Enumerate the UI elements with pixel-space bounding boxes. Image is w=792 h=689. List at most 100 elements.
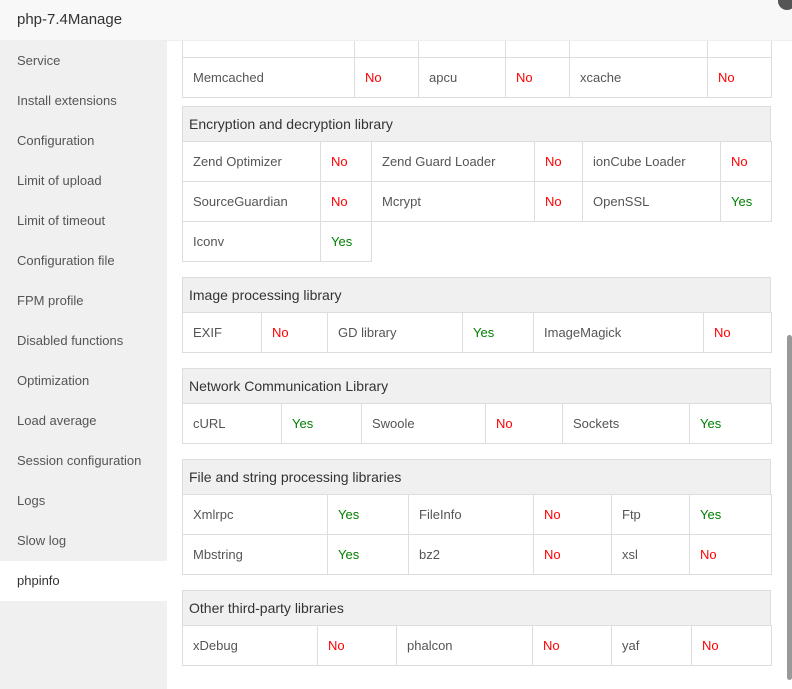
table-row: xDebug No phalcon No yaf No — [182, 625, 772, 666]
library-section: File and string processing libraries Xmlr… — [182, 459, 772, 575]
table-row: Xmlrpc Yes FileInfo No Ftp Yes — [182, 494, 772, 535]
table-row: Mbstring Yes bz2 No xsl No — [182, 534, 772, 575]
section-title: Network Communication Library — [182, 368, 771, 403]
library-status: No — [261, 312, 328, 353]
library-table: EXIF No GD library Yes ImageMagick No — [182, 312, 772, 353]
library-name: FileInfo — [408, 494, 534, 535]
sidebar-item-session-configuration[interactable]: Session configuration — [0, 441, 167, 481]
sidebar-item-slow-log[interactable]: Slow log — [0, 521, 167, 561]
library-name: cURL — [182, 403, 282, 444]
sidebar-item-limit-of-timeout[interactable]: Limit of timeout — [0, 201, 167, 241]
library-status: Yes — [320, 221, 372, 262]
library-name: Mcrypt — [371, 181, 535, 222]
library-name: ionCube Loader — [582, 141, 721, 182]
library-table: xDebug No phalcon No yaf No — [182, 625, 772, 666]
library-name: Memcached — [182, 57, 355, 98]
library-table: Xmlrpc Yes FileInfo No Ftp Yes Mbstring Yes bz2 N… — [182, 494, 772, 575]
library-status: Yes — [462, 312, 534, 353]
sidebar-item-fpm-profile[interactable]: FPM profile — [0, 281, 167, 321]
table-row: cURL Yes Swoole No Sockets Yes — [182, 403, 772, 444]
library-name: Iconv — [182, 221, 321, 262]
library-status: Yes — [720, 181, 772, 222]
sidebar-item-configuration[interactable]: Configuration — [0, 121, 167, 161]
library-table: Memcached No apcu No xcache No — [182, 41, 772, 98]
library-status: No — [317, 625, 397, 666]
library-name: phalcon — [396, 625, 533, 666]
library-name: apcu — [418, 57, 506, 98]
section-title: Other third-party libraries — [182, 590, 771, 625]
library-status: No — [354, 57, 419, 98]
library-name: SourceGuardian — [182, 181, 321, 222]
library-status: No — [689, 534, 772, 575]
library-name: xDebug — [182, 625, 318, 666]
sidebar-item-logs[interactable]: Logs — [0, 481, 167, 521]
sidebar-item-install-extensions[interactable]: Install extensions — [0, 81, 167, 121]
sidebar: Service Install extensions Configuration Li… — [0, 41, 167, 689]
table-cell — [505, 41, 570, 58]
scrollbar[interactable] — [787, 335, 792, 680]
library-section: Encryption and decryption library Zend Op… — [182, 106, 772, 262]
library-status: No — [533, 494, 612, 535]
table-cell — [418, 41, 506, 58]
library-section: Other third-party libraries xDebug No phalc… — [182, 590, 772, 666]
library-name: EXIF — [182, 312, 262, 353]
library-status: No — [320, 181, 372, 222]
library-name: OpenSSL — [582, 181, 721, 222]
library-status: No — [485, 403, 563, 444]
library-name: GD library — [327, 312, 463, 353]
sidebar-item-disabled-functions[interactable]: Disabled functions — [0, 321, 167, 361]
section-title: Encryption and decryption library — [182, 106, 771, 141]
window-title: php-7.4Manage — [17, 11, 123, 28]
library-status: No — [534, 141, 583, 182]
library-status: No — [534, 181, 583, 222]
library-name: Zend Guard Loader — [371, 141, 535, 182]
library-status: Yes — [689, 494, 772, 535]
library-section: Network Communication Library cURL Yes Swoo… — [182, 368, 772, 444]
library-name: ImageMagick — [533, 312, 704, 353]
library-status: Yes — [327, 494, 409, 535]
library-section: Image processing library EXIF No GD library… — [182, 277, 772, 353]
library-status: Yes — [689, 403, 772, 444]
library-section: Memcached No apcu No xcache No — [182, 41, 772, 98]
main-content: Memcached No apcu No xcache No Encryption and … — [167, 41, 787, 689]
library-status: Yes — [281, 403, 362, 444]
table-cell — [569, 41, 708, 58]
library-name: Xmlrpc — [182, 494, 328, 535]
library-name: xcache — [569, 57, 708, 98]
table-cell — [182, 41, 355, 58]
library-name: Swoole — [361, 403, 486, 444]
library-status: No — [533, 534, 612, 575]
sidebar-item-optimization[interactable]: Optimization — [0, 361, 167, 401]
library-status: No — [707, 57, 772, 98]
sidebar-item-load-average[interactable]: Load average — [0, 401, 167, 441]
sidebar-item-configuration-file[interactable]: Configuration file — [0, 241, 167, 281]
library-name: yaf — [611, 625, 692, 666]
library-name: Mbstring — [182, 534, 328, 575]
table-row: Memcached No apcu No xcache No — [182, 57, 772, 98]
table-row: Iconv Yes — [182, 221, 772, 262]
table-row: Zend Optimizer No Zend Guard Loader No ionCu… — [182, 141, 772, 182]
table-row: EXIF No GD library Yes ImageMagick No — [182, 312, 772, 353]
sidebar-item-phpinfo[interactable]: phpinfo — [0, 561, 167, 601]
library-status: No — [532, 625, 612, 666]
sidebar-item-service[interactable]: Service — [0, 41, 167, 81]
library-status: No — [691, 625, 772, 666]
table-row: SourceGuardian No Mcrypt No OpenSSL Yes — [182, 181, 772, 222]
window-header: php-7.4Manage — [0, 0, 792, 41]
close-icon[interactable] — [778, 0, 792, 10]
library-name: Zend Optimizer — [182, 141, 321, 182]
sidebar-item-limit-of-upload[interactable]: Limit of upload — [0, 161, 167, 201]
table-cell — [354, 41, 419, 58]
library-name: xsl — [611, 534, 690, 575]
library-name: bz2 — [408, 534, 534, 575]
library-status: Yes — [327, 534, 409, 575]
library-status: No — [320, 141, 372, 182]
section-title: File and string processing libraries — [182, 459, 771, 494]
library-name: Sockets — [562, 403, 690, 444]
library-name: Ftp — [611, 494, 690, 535]
library-status: No — [720, 141, 772, 182]
section-title: Image processing library — [182, 277, 771, 312]
library-table: Zend Optimizer No Zend Guard Loader No ionCu… — [182, 141, 772, 262]
table-cell — [707, 41, 772, 58]
library-status: No — [703, 312, 772, 353]
